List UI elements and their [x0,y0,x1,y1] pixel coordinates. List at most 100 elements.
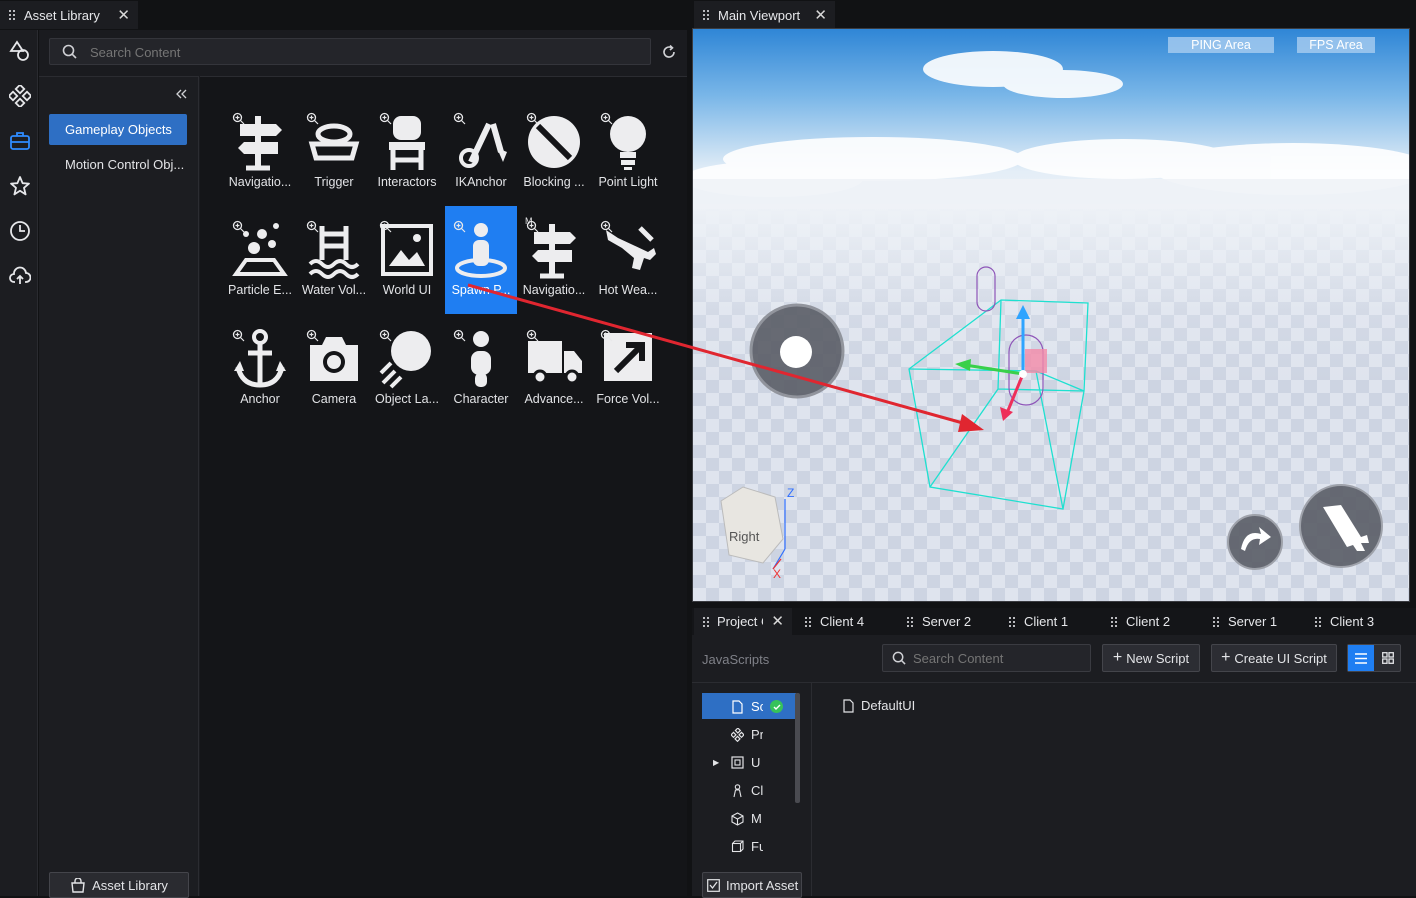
search-input[interactable] [90,42,640,62]
preview-zoom-icon[interactable] [379,112,392,125]
history-clock-icon[interactable] [9,220,31,242]
plus-icon: + [1112,649,1123,666]
preview-zoom-icon[interactable] [232,112,245,125]
drag-handle-icon[interactable] [702,9,710,21]
preview-zoom-icon[interactable] [453,329,466,342]
drag-handle-icon[interactable] [702,615,709,628]
asset-tile[interactable]: Interactors [371,98,443,206]
category-list: Gameplay Objects Motion Control Obj... [39,76,199,896]
refresh-icon[interactable] [661,44,677,60]
bottom-tab[interactable]: Client 3 [1306,608,1406,635]
close-icon[interactable]: ✕ [771,614,784,629]
tree-item[interactable]: ▶ U [702,749,796,775]
asset-tile[interactable]: World UI [371,206,443,314]
toolbox-icon[interactable] [9,130,31,152]
asset-tile[interactable]: M Navigatio... [518,206,590,314]
new-script-button[interactable]: + New Script [1102,644,1200,672]
asset-tile[interactable]: Navigatio... [224,98,296,206]
preview-zoom-icon[interactable] [600,329,613,342]
drag-handle-icon[interactable] [8,9,16,21]
import-asset-button[interactable]: Import Asset [702,872,802,898]
asset-tile[interactable]: Water Vol... [298,206,370,314]
tree-item-label: U [751,754,761,770]
asset-tile[interactable]: Character [445,315,517,423]
drag-handle-icon[interactable] [1008,615,1016,628]
preview-zoom-icon[interactable] [379,220,392,233]
preview-zoom-icon[interactable] [379,329,392,342]
scene-render[interactable]: Right Z X [693,29,1410,602]
star-icon[interactable] [9,175,31,197]
cloud-upload-icon[interactable] [9,265,31,287]
bottom-tab[interactable]: Project C ✕ [694,608,792,635]
grid-view-button[interactable] [1375,645,1401,671]
bottom-tab[interactable]: Client 2 [1102,608,1202,635]
drag-handle-icon[interactable] [1110,615,1118,628]
asset-tile[interactable]: Hot Wea... [592,206,664,314]
category-motion-control[interactable]: Motion Control Obj... [65,157,191,172]
close-icon[interactable]: ✕ [117,8,130,23]
preview-zoom-icon[interactable] [232,220,245,233]
asset-tile[interactable]: Blocking ... [518,98,590,206]
prefab-icon[interactable] [9,85,31,107]
preview-zoom-icon[interactable] [306,329,319,342]
tree-item[interactable]: M [702,805,796,831]
shapes-icon[interactable] [9,40,31,62]
asset-label: Particle E... [228,283,292,297]
tree-scrollbar[interactable] [795,693,800,803]
joystick-knob[interactable] [780,336,812,368]
asset-tile[interactable]: Camera [298,315,370,423]
preview-zoom-icon[interactable] [232,329,245,342]
bottom-tab[interactable]: Server 2 [898,608,998,635]
preview-zoom-icon[interactable] [526,112,539,125]
asset-tile[interactable]: IKAnchor [445,98,517,206]
asset-tile[interactable]: Point Light [592,98,664,206]
preview-zoom-icon[interactable] [453,112,466,125]
tree-item[interactable]: Sc [702,693,796,719]
drag-handle-icon[interactable] [804,615,812,628]
preview-zoom-icon[interactable] [600,112,613,125]
expand-arrow-icon[interactable]: ▶ [713,758,719,767]
project-search-field[interactable] [882,644,1091,672]
bottom-tab[interactable]: Client 1 [1000,608,1100,635]
drag-handle-icon[interactable] [906,615,914,628]
asset-tile[interactable]: Object La... [371,315,443,423]
category-gameplay-objects[interactable]: Gameplay Objects [49,114,187,145]
jump-button[interactable] [1227,514,1283,570]
asset-label: Advance... [524,392,584,406]
list-view-button[interactable] [1348,645,1374,671]
tab-asset-library[interactable]: Asset Library ✕ [0,1,138,29]
tree-item[interactable]: Fu [702,833,796,859]
collapse-chevrons-icon[interactable] [175,89,187,99]
bottom-tab-label: Server 2 [922,614,972,629]
asset-tile[interactable]: Spawn P... [445,206,517,314]
drag-handle-icon[interactable] [1314,615,1322,628]
bottom-tab-label: Client 1 [1024,614,1069,629]
bottom-tab[interactable]: Client 4 [796,608,896,635]
main-viewport-canvas[interactable]: Right Z X PING Area FPS Area [692,28,1410,602]
search-icon [62,44,77,59]
asset-tile[interactable]: Force Vol... [592,315,664,423]
bottom-tab[interactable]: Server 1 [1204,608,1304,635]
asset-library-button[interactable]: Asset Library [49,872,189,898]
preview-zoom-icon[interactable] [600,220,613,233]
preview-zoom-icon[interactable] [526,329,539,342]
file-item[interactable]: DefaultUI [842,698,915,713]
search-field[interactable] [49,38,651,65]
tab-main-viewport[interactable]: Main Viewport ✕ [694,1,835,29]
asset-tile[interactable]: Particle E... [224,206,296,314]
asset-label: Interactors [377,175,437,189]
preview-zoom-icon[interactable] [453,220,466,233]
preview-zoom-icon[interactable] [306,112,319,125]
create-ui-script-button[interactable]: + Create UI Script [1211,644,1337,672]
project-search-input[interactable] [913,649,1083,667]
asset-tile[interactable]: Anchor [224,315,296,423]
tab-title: Main Viewport [718,7,801,23]
asset-tile[interactable]: Trigger [298,98,370,206]
tree-item[interactable]: Pr [702,721,796,747]
tree-item[interactable]: Cl [702,777,796,803]
asset-badge: M [525,216,533,226]
close-icon[interactable]: ✕ [814,8,827,23]
preview-zoom-icon[interactable] [306,220,319,233]
asset-tile[interactable]: Advance... [518,315,590,423]
drag-handle-icon[interactable] [1212,615,1220,628]
